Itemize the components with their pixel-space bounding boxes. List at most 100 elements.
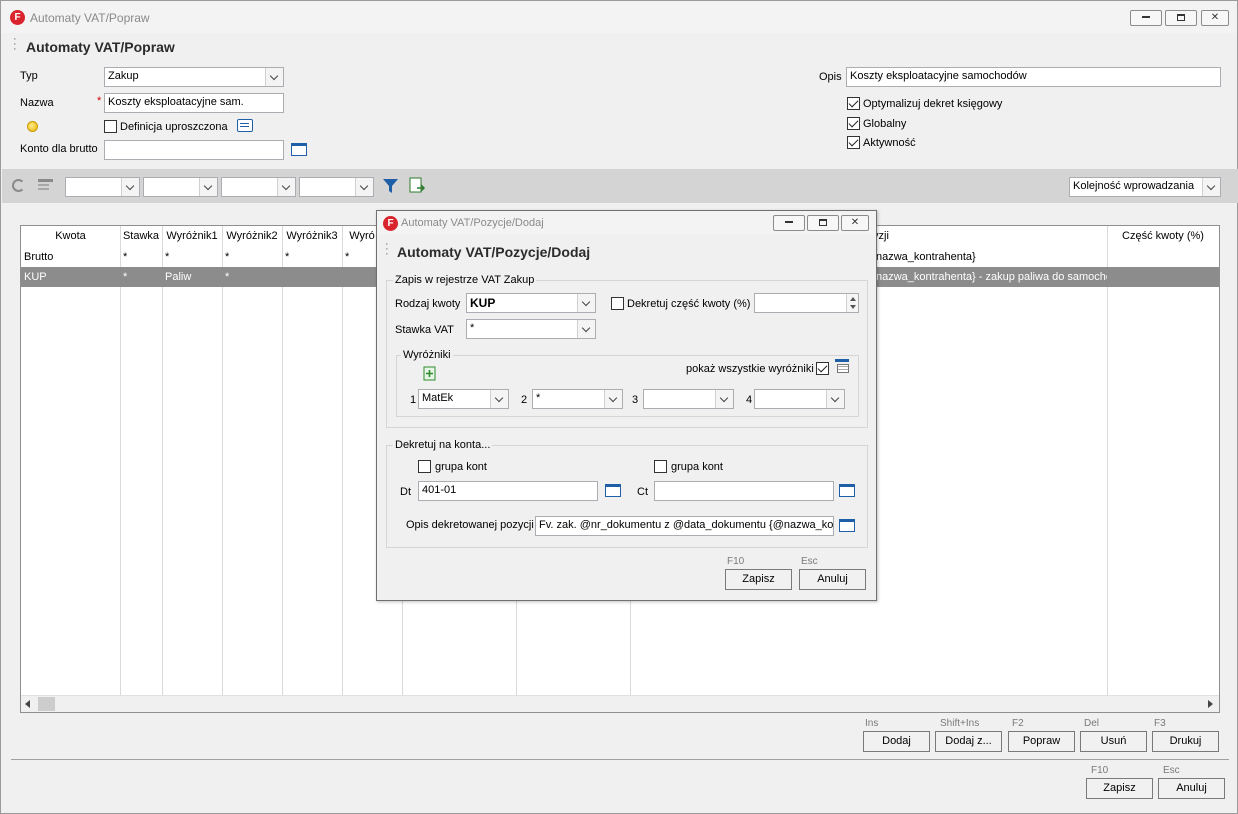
drag-handle-icon: · · · (385, 238, 389, 260)
close-button[interactable]: ✕ (1201, 10, 1229, 26)
ct-account-input[interactable] (654, 481, 834, 501)
folder-icon[interactable] (838, 518, 855, 532)
scroll-left-icon[interactable] (25, 700, 30, 708)
scroll-right-icon[interactable] (1208, 700, 1213, 708)
zapis-group-title: Zapis w rejestrze VAT Zakup (393, 274, 537, 286)
column-header-opis[interactable]: yzji (873, 226, 913, 247)
opis-input[interactable]: Koszty eksploatacyjne samochodów (846, 67, 1221, 87)
app-logo-icon: F (383, 216, 398, 231)
grid-toolbar: Kolejność wprowadzania (2, 169, 1238, 203)
typ-select[interactable]: Zakup (104, 67, 284, 87)
rodzaj-kwoty-label: Rodzaj kwoty (395, 298, 461, 310)
spinner-arrows-icon[interactable] (846, 294, 858, 312)
dialog-maximize-button[interactable] (807, 215, 839, 231)
wyroznik-1-num: 1 (410, 394, 417, 406)
wyroznik-3-select[interactable] (643, 389, 734, 409)
definicja-uproszczona-label: Definicja uproszczona (120, 121, 228, 133)
folder-icon[interactable] (604, 483, 621, 497)
table-row-cell[interactable]: Brutto (21, 247, 120, 267)
aktywnosc-checkbox[interactable] (847, 136, 860, 149)
print-button[interactable]: Drukuj (1152, 731, 1219, 752)
horizontal-scrollbar[interactable] (21, 695, 1219, 712)
add-button[interactable]: Dodaj (863, 731, 930, 752)
chevron-down-icon (604, 390, 622, 408)
shortcut-hint: F2 (1012, 718, 1024, 729)
add-from-button[interactable]: Dodaj z... (935, 731, 1002, 752)
stawka-vat-select[interactable]: * (466, 319, 596, 339)
table-row-cell[interactable]: * (162, 247, 222, 267)
filter-select-4[interactable] (299, 177, 374, 197)
definicja-uproszczona-checkbox[interactable] (104, 120, 117, 133)
column-header-stawka[interactable]: Stawka (120, 226, 162, 247)
table-row-cell[interactable]: Paliw (162, 267, 222, 287)
maximize-button[interactable] (1165, 10, 1197, 26)
rodzaj-kwoty-value: KUP (470, 296, 496, 310)
rodzaj-kwoty-select[interactable]: KUP (466, 293, 596, 313)
filter-icon[interactable] (382, 178, 399, 194)
table-row-cell[interactable]: nazwa_kontrahenta} (873, 247, 1107, 267)
comment-icon[interactable] (237, 119, 253, 132)
chevron-down-icon (121, 178, 139, 196)
dialog-close-button[interactable]: ✕ (841, 215, 869, 231)
table-row-cell[interactable]: * (120, 247, 162, 267)
minimize-icon (785, 221, 793, 224)
filter-select-3[interactable] (221, 177, 296, 197)
dialog-minimize-button[interactable] (773, 215, 805, 231)
dt-account-input[interactable]: 401-01 (418, 481, 598, 501)
scrollbar-thumb[interactable] (38, 697, 55, 711)
cancel-button[interactable]: Anuluj (1158, 778, 1225, 799)
minimize-button[interactable] (1130, 10, 1162, 26)
export-icon[interactable] (409, 177, 426, 195)
sort-order-select[interactable]: Kolejność wprowadzania (1069, 177, 1221, 197)
filter-select-2[interactable] (143, 177, 218, 197)
dialog-save-button[interactable]: Zapisz (725, 569, 792, 590)
edit-button[interactable]: Popraw (1008, 731, 1075, 752)
wyroznik-4-select[interactable] (754, 389, 845, 409)
wyroznik-2-select[interactable]: * (532, 389, 623, 409)
chevron-down-icon (199, 178, 217, 196)
pokaz-wszystkie-label: pokaż wszystkie wyróżniki (686, 363, 814, 375)
konto-brutto-input[interactable] (104, 140, 284, 160)
table-row-cell[interactable]: KUP (21, 267, 120, 287)
optymalizuj-checkbox[interactable] (847, 97, 860, 110)
opis-pozycji-input[interactable]: Fv. zak. @nr_dokumentu z @data_dokumentu… (535, 516, 834, 536)
grupa-kont-ct-checkbox[interactable] (654, 460, 667, 473)
dialog-cancel-button[interactable]: Anuluj (799, 569, 866, 590)
dt-account-value: 401-01 (422, 484, 457, 496)
ct-label: Ct (637, 486, 648, 498)
table-settings-icon[interactable] (835, 359, 850, 374)
wyroznik-1-select[interactable]: MatEk (418, 389, 509, 409)
column-header-kwota[interactable]: Kwota (21, 226, 120, 247)
table-row-cell[interactable]: nazwa_kontrahenta} - zakup paliwa do sam… (873, 267, 1107, 287)
add-distinguisher-icon[interactable] (423, 366, 436, 381)
grid-divider (342, 226, 343, 696)
opis-pozycji-label: Opis dekretowanej pozycji (406, 519, 534, 531)
typ-label: Typ (20, 70, 38, 82)
column-header-wyroznik3[interactable]: Wyróżnik3 (282, 226, 342, 247)
folder-icon[interactable] (290, 142, 307, 156)
pokaz-wszystkie-checkbox[interactable] (816, 362, 829, 375)
czesc-kwoty-spinner[interactable] (754, 293, 859, 313)
wyroznik-4-num: 4 (746, 394, 753, 406)
maximize-icon (1177, 13, 1185, 21)
table-row-cell[interactable]: * (222, 267, 282, 287)
folder-icon[interactable] (838, 483, 855, 497)
table-row-cell[interactable]: * (120, 267, 162, 287)
column-settings-icon[interactable] (38, 179, 53, 193)
close-icon: ✕ (1210, 12, 1220, 23)
grupa-kont-dt-checkbox[interactable] (418, 460, 431, 473)
dekretuj-czesc-checkbox[interactable] (611, 297, 624, 310)
delete-button[interactable]: Usuń (1080, 731, 1147, 752)
column-header-wyroznik1[interactable]: Wyróżnik1 (162, 226, 222, 247)
nazwa-input[interactable]: Koszty eksploatacyjne sam. (104, 93, 284, 113)
column-header-wyroznik2[interactable]: Wyróżnik2 (222, 226, 282, 247)
column-header-czesc[interactable]: Część kwoty (%) (1107, 226, 1219, 247)
table-row-cell[interactable]: * (282, 247, 342, 267)
refresh-icon[interactable] (12, 179, 25, 192)
grid-divider (222, 226, 223, 696)
table-row-cell[interactable]: * (222, 247, 282, 267)
globalny-checkbox[interactable] (847, 117, 860, 130)
save-button[interactable]: Zapisz (1086, 778, 1153, 799)
filter-select-1[interactable] (65, 177, 140, 197)
app-logo-icon: F (10, 10, 25, 25)
